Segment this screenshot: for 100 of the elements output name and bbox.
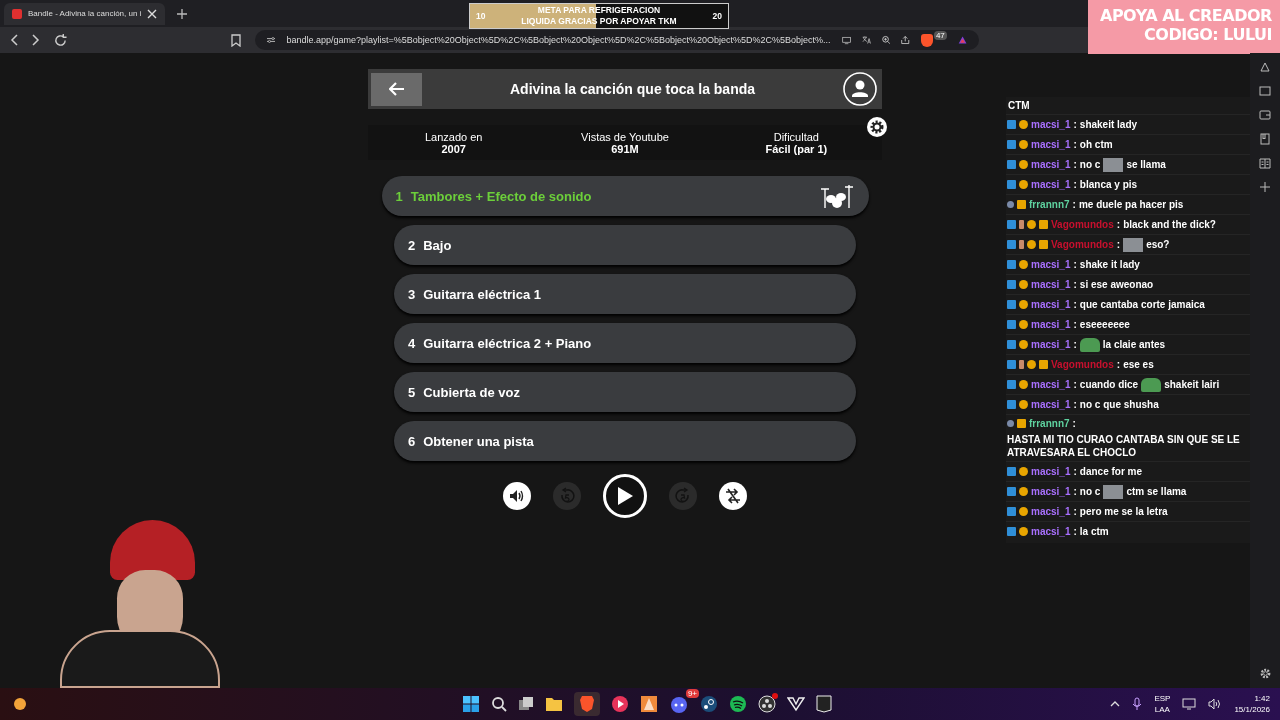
translate-icon[interactable]: [861, 34, 871, 46]
new-tab-icon[interactable]: [177, 8, 188, 19]
play-app-icon[interactable]: [611, 695, 629, 713]
chat-text: dance for me: [1079, 465, 1143, 478]
track-row[interactable]: 5 Cubierta de voz: [394, 372, 856, 412]
chat-username[interactable]: Vagomundos: [1051, 358, 1114, 371]
profile-icon[interactable]: [843, 72, 877, 106]
chat-username[interactable]: macsi_1: [1031, 465, 1071, 478]
browser-tab[interactable]: Bandle - Adivina la canción, un i: [4, 2, 166, 25]
track-number: 2: [408, 237, 416, 253]
person-badge-icon: [1019, 360, 1024, 369]
forward-icon[interactable]: [32, 34, 40, 46]
chevron-up-icon[interactable]: [1110, 701, 1121, 707]
chat-username[interactable]: macsi_1: [1031, 298, 1071, 311]
site-settings-icon[interactable]: [267, 35, 276, 45]
chat-separator: :: [1073, 258, 1077, 271]
track-row[interactable]: 6 Obtener una pista: [394, 421, 856, 461]
spotify-icon[interactable]: [729, 695, 747, 713]
volume-button[interactable]: [503, 482, 531, 510]
close-icon[interactable]: [147, 8, 158, 19]
sidebar-icon[interactable]: [1259, 61, 1271, 73]
address-bar[interactable]: bandle.app/game?playlist=%5Bobject%20Object%5D%2C%5Bobject%20Object%5D%2C%5Bobject%20Object%5D%2C%5Bobject%... 47: [255, 30, 979, 50]
chat-username[interactable]: macsi_1: [1031, 525, 1071, 538]
skip-button[interactable]: [719, 482, 747, 510]
chat-username[interactable]: macsi_1: [1031, 138, 1071, 151]
back-icon[interactable]: [10, 34, 18, 46]
cone-app-icon[interactable]: [640, 695, 658, 713]
settings-icon[interactable]: [1258, 667, 1272, 680]
wallet-icon[interactable]: [1259, 109, 1271, 121]
windows-start-icon[interactable]: [462, 695, 480, 713]
person-badge-icon: [1019, 220, 1024, 229]
person-badge-icon: [1019, 240, 1024, 249]
network-icon[interactable]: [1182, 698, 1197, 710]
frog-emote-icon: [1141, 377, 1162, 392]
language-indicator[interactable]: ESP LAA: [1154, 693, 1171, 715]
chat-username[interactable]: macsi_1: [1031, 118, 1071, 131]
back-button[interactable]: [371, 72, 422, 106]
chat-username[interactable]: macsi_1: [1031, 378, 1071, 391]
badge-icon: [1007, 140, 1016, 149]
chat-username[interactable]: macsi_1: [1031, 398, 1071, 411]
settings-icon[interactable]: [867, 117, 887, 137]
search-icon[interactable]: [491, 696, 507, 712]
chat-username[interactable]: macsi_1: [1031, 505, 1071, 518]
stat-label: Vistas de Youtube: [581, 130, 669, 143]
chat-separator: :: [1073, 398, 1077, 411]
chat-username[interactable]: macsi_1: [1031, 158, 1071, 171]
track-row[interactable]: 1 Tambores + Efecto de sonido: [381, 176, 869, 216]
chat-separator: :: [1073, 525, 1077, 538]
chat-username[interactable]: frrannn7: [1029, 198, 1070, 211]
badge-icon: [1007, 340, 1016, 349]
share-icon[interactable]: [901, 34, 910, 46]
zoom-icon[interactable]: [881, 34, 891, 46]
track-name: Tambores + Efecto de sonido: [410, 188, 593, 204]
chat-username[interactable]: Vagomundos: [1051, 218, 1114, 231]
task-view-icon[interactable]: [518, 696, 534, 712]
url-text: bandle.app/game?playlist=%5Bobject%20Object%5D%2C%5Bobject%20Object%5D%2C%5Bobject%20Object%5D%2C%5Bobject%...: [286, 35, 831, 45]
track-name: Cubierta de voz: [423, 384, 522, 400]
track-number: 6: [408, 433, 416, 449]
crown-badge-icon: [1017, 419, 1026, 428]
chat-separator: :: [1073, 118, 1077, 131]
bookmark-icon[interactable]: [231, 33, 241, 47]
reload-icon[interactable]: [54, 33, 67, 47]
screen-icon[interactable]: [841, 34, 851, 46]
reading-list-icon[interactable]: [1259, 157, 1271, 169]
chat-separator: :: [1073, 465, 1077, 478]
add-icon[interactable]: [1259, 181, 1271, 193]
track-row[interactable]: 4 Guitarra eléctrica 2 + Piano: [394, 323, 856, 363]
chat-username[interactable]: macsi_1: [1031, 258, 1071, 271]
play-button[interactable]: [603, 474, 647, 518]
coin-badge-icon: [1019, 400, 1028, 409]
sidebar-icon[interactable]: [1259, 85, 1271, 97]
chat-username[interactable]: macsi_1: [1031, 485, 1071, 498]
microphone-icon[interactable]: [1132, 697, 1143, 711]
badge-icon: [1007, 180, 1016, 189]
track-row[interactable]: 2 Bajo: [394, 225, 856, 265]
volume-icon[interactable]: [1208, 698, 1223, 710]
coin-badge-icon: [1019, 467, 1028, 476]
triangle-icon[interactable]: [957, 34, 967, 46]
chat-username[interactable]: frrannn7: [1029, 417, 1070, 430]
bookmarks-icon[interactable]: [1259, 133, 1271, 145]
promo-title: APOYA AL CREADOR: [1100, 6, 1272, 25]
badge-icon: [1007, 240, 1016, 249]
chat-username[interactable]: Vagomundos: [1051, 238, 1114, 251]
chat-text: oh ctm: [1079, 138, 1113, 151]
chat-username[interactable]: macsi_1: [1031, 318, 1071, 331]
drum-kit-icon: [818, 183, 855, 209]
track-row[interactable]: 3 Guitarra eléctrica 1: [394, 274, 856, 314]
skip-icon: [725, 488, 741, 504]
language-code: ESP: [1154, 693, 1171, 704]
clock[interactable]: 1:42 15/1/2026: [1234, 693, 1270, 715]
coin-badge-icon: [1019, 340, 1028, 349]
chat-username[interactable]: macsi_1: [1031, 338, 1071, 351]
keyboard-layout: LAA: [1154, 704, 1170, 715]
folder-icon[interactable]: [545, 696, 563, 712]
rewind-five-icon: [559, 487, 575, 505]
chat-username[interactable]: macsi_1: [1031, 178, 1071, 191]
badge-icon: [1007, 201, 1014, 208]
chat-username[interactable]: macsi_1: [1031, 278, 1071, 291]
badge-icon: [1007, 420, 1014, 427]
stat-value: Fácil (par 1): [765, 142, 828, 155]
